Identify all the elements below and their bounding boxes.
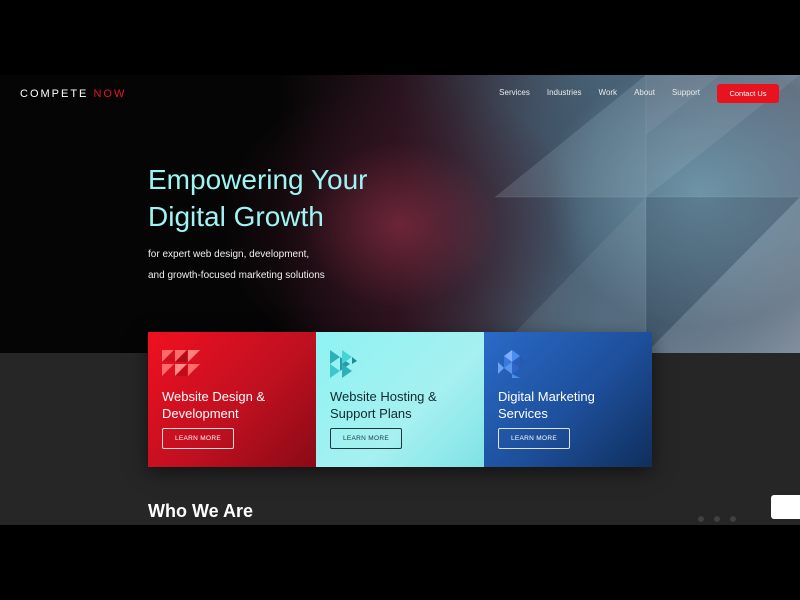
who-we-are-heading: Who We Are <box>148 501 254 521</box>
service-cards: Website Design & Development LEARN MORE … <box>148 332 652 467</box>
carousel-dot[interactable] <box>714 516 720 522</box>
brand-logo[interactable]: Compete Now <box>20 88 126 100</box>
card-title: Website Hosting & Support Plans <box>330 389 437 421</box>
website-page: Compete Now Services Industries Work Abo… <box>0 75 800 525</box>
card-title: Website Design & Development <box>162 389 266 421</box>
hero-title: Empowering Your Digital Growth <box>148 161 367 235</box>
hero-subtitle-line-1: for expert web design, development, <box>148 249 310 260</box>
carousel-dots <box>698 516 736 522</box>
logo-accent-text: Now <box>93 88 127 100</box>
service-card-design[interactable]: Website Design & Development LEARN MORE <box>148 332 316 467</box>
nav-link-about[interactable]: About <box>634 88 655 97</box>
learn-more-button[interactable]: LEARN MORE <box>330 428 402 449</box>
hero-background <box>0 75 800 353</box>
carousel-dot[interactable] <box>698 516 704 522</box>
hero-subtitle: for expert web design, development, and … <box>148 244 325 286</box>
hero-title-line-2: Digital Growth <box>148 201 324 232</box>
nav-link-services[interactable]: Services <box>499 88 530 97</box>
hero-section: Compete Now Services Industries Work Abo… <box>0 75 800 353</box>
learn-more-button[interactable]: LEARN MORE <box>162 428 234 449</box>
contact-us-button[interactable]: Contact Us <box>717 84 779 103</box>
nav-link-work[interactable]: Work <box>599 88 618 97</box>
diamond-triangles-icon <box>498 350 526 378</box>
nav-link-support[interactable]: Support <box>672 88 700 97</box>
service-card-hosting[interactable]: Website Hosting & Support Plans LEARN MO… <box>316 332 484 467</box>
main-nav: Services Industries Work About Support <box>499 88 700 97</box>
carousel-dot[interactable] <box>730 516 736 522</box>
logo-text: Compete <box>20 88 94 100</box>
hero-subtitle-line-2: and growth-focused marketing solutions <box>148 270 325 281</box>
site-header: Compete Now Services Industries Work Abo… <box>0 75 800 113</box>
hero-triangle-pattern <box>495 75 800 353</box>
nav-link-industries[interactable]: Industries <box>547 88 582 97</box>
floating-widget-tab[interactable] <box>771 495 800 519</box>
service-card-marketing[interactable]: Digital Marketing Services LEARN MORE <box>484 332 652 467</box>
chevron-triangles-icon <box>330 350 357 378</box>
learn-more-button[interactable]: LEARN MORE <box>498 428 570 449</box>
card-title: Digital Marketing Services <box>498 389 595 421</box>
triangle-grid-icon <box>162 350 200 376</box>
hero-title-line-1: Empowering Your <box>148 164 368 195</box>
